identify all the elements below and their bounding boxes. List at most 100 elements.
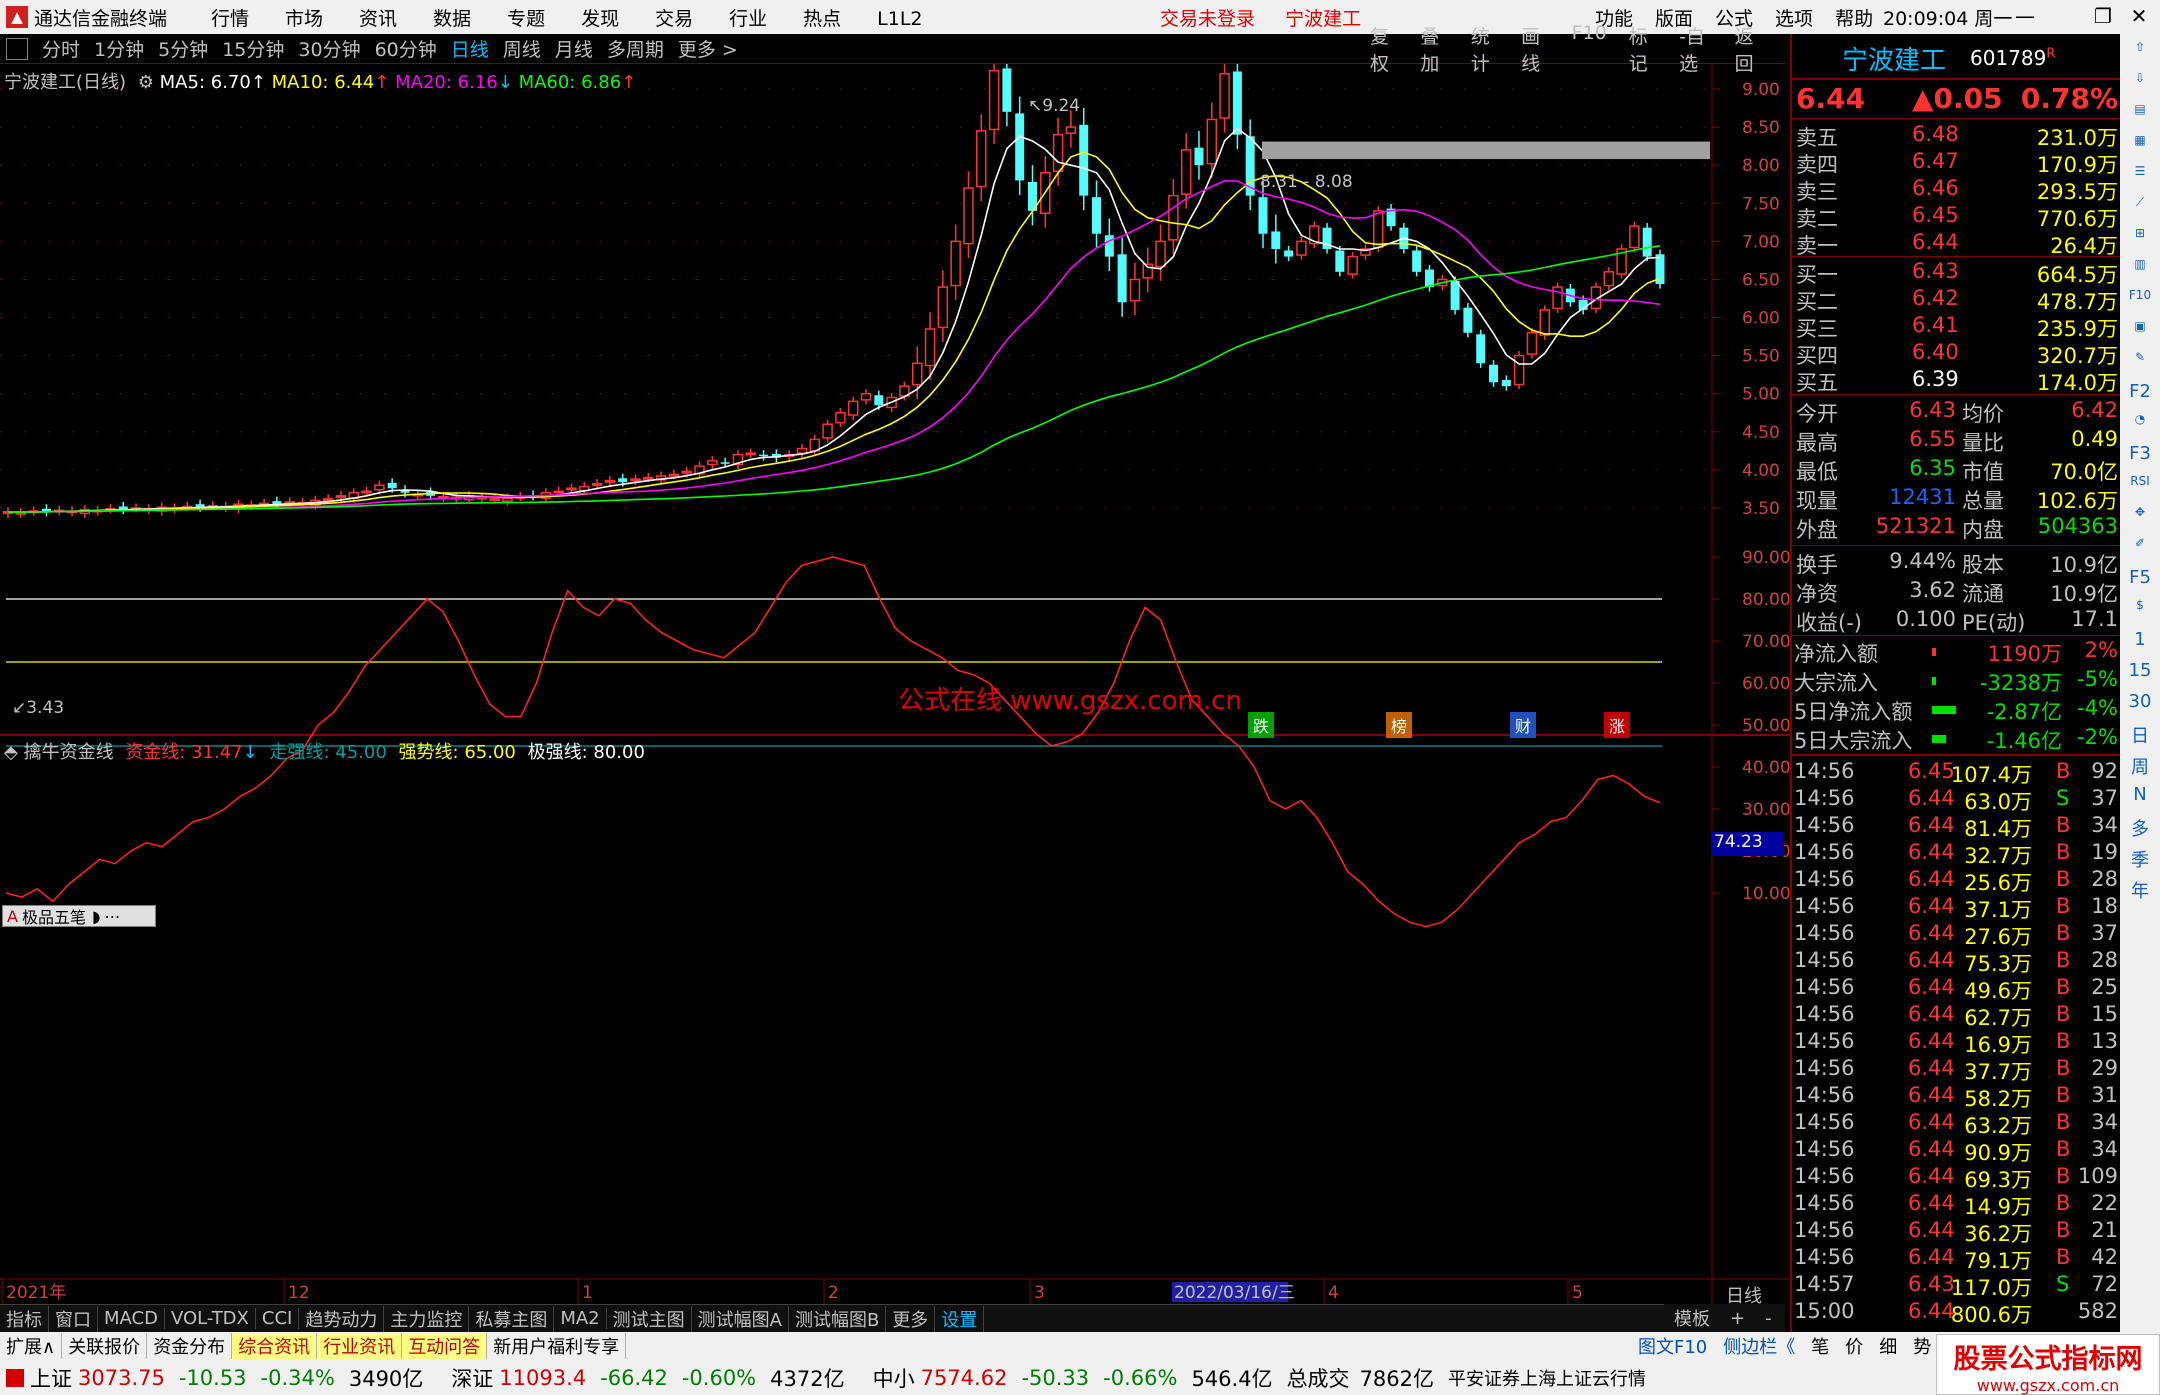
period-tab[interactable]: 月线 xyxy=(555,39,593,61)
indicator-tab[interactable]: CCI xyxy=(256,1308,300,1329)
extension-tab[interactable]: 综合资讯 xyxy=(232,1333,318,1359)
period-tab[interactable]: 周线 xyxy=(503,39,541,61)
title-stock-name[interactable]: 宁波建工 xyxy=(1285,8,1361,30)
sidebar-F2-icon[interactable]: F2 xyxy=(2124,381,2156,409)
sell-level-price[interactable]: 6.44 xyxy=(1912,230,1959,254)
menu-item[interactable]: 行业 xyxy=(729,8,767,30)
trade-status-link[interactable]: 交易未登录 xyxy=(1160,8,1255,30)
menu-item[interactable]: 专题 xyxy=(507,8,545,30)
extension-tab[interactable]: 新用户福利专享 xyxy=(487,1333,627,1359)
menu-item[interactable]: L1L2 xyxy=(877,8,922,30)
event-badge[interactable]: 跌 xyxy=(1248,712,1274,738)
sidebar-chart-icon[interactable]: ▤ xyxy=(2124,102,2156,130)
market-icon[interactable] xyxy=(6,1368,24,1387)
toolbar-toggle-icon[interactable] xyxy=(6,37,28,60)
sidebar-down-arrow-icon[interactable]: ⇩ xyxy=(2124,71,2156,99)
indicator-tab[interactable]: 私募主图 xyxy=(469,1305,555,1332)
sell-level-price[interactable]: 6.46 xyxy=(1912,176,1959,200)
sidebar-RSI-icon[interactable]: RSI xyxy=(2124,474,2156,502)
extension-tab[interactable]: 扩展∧ xyxy=(0,1333,63,1359)
close-icon[interactable]: ✕ xyxy=(2126,4,2152,30)
sidebar-table-icon[interactable]: ▥ xyxy=(2124,257,2156,285)
sidebar-move-icon[interactable]: ✥ xyxy=(2124,505,2156,533)
menu-item[interactable]: 发现 xyxy=(581,8,619,30)
sidebar-15-icon[interactable]: 15 xyxy=(2124,660,2156,688)
indicator-tab[interactable]: 测试幅图B xyxy=(789,1305,887,1332)
menu-item[interactable]: 资讯 xyxy=(359,8,397,30)
sidebar-多-icon[interactable]: 多 xyxy=(2124,815,2156,843)
indicator-toggle-icon[interactable]: ⬘ xyxy=(4,742,18,763)
sidebar-F5-icon[interactable]: F5 xyxy=(2124,567,2156,595)
buy-level-price[interactable]: 6.40 xyxy=(1912,340,1959,364)
extension-right-item[interactable]: 价 xyxy=(1837,1333,1871,1359)
sell-level-price[interactable]: 6.48 xyxy=(1912,122,1959,146)
menu-item[interactable]: 行情 xyxy=(211,8,249,30)
sidebar-chart2-icon[interactable]: ▣ xyxy=(2124,319,2156,347)
sidebar-list-icon[interactable]: ☰ xyxy=(2124,164,2156,192)
sidebar-30-icon[interactable]: 30 xyxy=(2124,691,2156,719)
sidebar-up-arrow-icon[interactable]: ⇧ xyxy=(2124,40,2156,68)
buy-level-price[interactable]: 6.39 xyxy=(1912,367,1959,391)
buy-level-price[interactable]: 6.43 xyxy=(1912,259,1959,283)
sh-label[interactable]: 上证 xyxy=(30,1363,72,1393)
indicator-tab[interactable]: 更多 xyxy=(886,1305,936,1332)
extension-right-item[interactable]: 图文F10 xyxy=(1630,1333,1715,1359)
sidebar-pie-icon[interactable]: ◔ xyxy=(2124,412,2156,440)
period-tab[interactable]: 15分钟 xyxy=(222,39,284,61)
period-tab[interactable]: 分时 xyxy=(42,39,80,61)
sidebar-1-icon[interactable]: 1 xyxy=(2124,629,2156,657)
period-tab[interactable]: 多周期 xyxy=(607,39,664,61)
sidebar-line-icon[interactable]: ⟋ xyxy=(2124,195,2156,223)
period-tab[interactable]: 日线 xyxy=(451,39,489,61)
sidebar-周-icon[interactable]: 周 xyxy=(2124,753,2156,781)
period-tab[interactable]: 60分钟 xyxy=(375,39,437,61)
sidebar-pen-icon[interactable]: ✐ xyxy=(2124,536,2156,564)
maximize-icon[interactable]: ❐ xyxy=(2090,4,2116,30)
period-tab[interactable]: 更多 > xyxy=(678,39,738,61)
indicator-tab[interactable]: 设置 xyxy=(935,1305,985,1332)
menu-item[interactable]: 交易 xyxy=(655,8,693,30)
period-tab[interactable]: 5分钟 xyxy=(158,39,208,61)
period-tab[interactable]: 1分钟 xyxy=(94,39,144,61)
menu-item[interactable]: 数据 xyxy=(433,8,471,30)
extension-right-item[interactable]: 笔 xyxy=(1803,1333,1837,1359)
menu-item[interactable]: 热点 xyxy=(803,8,841,30)
sidebar-季-icon[interactable]: 季 xyxy=(2124,846,2156,874)
event-badge[interactable]: 财 xyxy=(1510,712,1536,738)
quote-stock-name[interactable]: 宁波建工 xyxy=(1842,40,1946,77)
sidebar-年-icon[interactable]: 年 xyxy=(2124,877,2156,905)
extension-right-item[interactable]: 势 xyxy=(1905,1333,1939,1359)
event-badge[interactable]: 涨 xyxy=(1604,712,1630,738)
sidebar-note-icon[interactable]: ✎ xyxy=(2124,350,2156,378)
template-control[interactable]: - xyxy=(1755,1308,1782,1329)
extension-tab[interactable]: 关联报价 xyxy=(62,1333,148,1359)
extension-right-item[interactable]: 细 xyxy=(1871,1333,1905,1359)
extension-tab[interactable]: 互动问答 xyxy=(402,1333,488,1359)
indicator-tab[interactable]: 窗口 xyxy=(49,1305,98,1332)
moon-icon[interactable]: ◗ xyxy=(92,907,100,926)
text-tool-icon[interactable]: A xyxy=(7,907,18,926)
drawing-toolbox[interactable]: A 极品五笔 ◗ ⋯ xyxy=(2,905,156,927)
indicator-title[interactable]: 擒牛资金线 xyxy=(24,742,114,763)
minimize-icon[interactable]: — xyxy=(2012,4,2038,30)
menu-dots-icon[interactable]: ⋯ xyxy=(104,907,120,926)
kline-chart-area[interactable]: 9.00 8.50 8.00 7.50 7.00 6.50 6.00 5.50 5.00 4.50… xyxy=(0,64,1790,1304)
menu-item[interactable]: 市场 xyxy=(285,8,323,30)
period-tab[interactable]: 30分钟 xyxy=(298,39,360,61)
zx-label[interactable]: 中小 xyxy=(873,1363,915,1393)
sidebar-F3-icon[interactable]: F3 xyxy=(2124,443,2156,471)
template-control[interactable]: 模板 xyxy=(1664,1305,1720,1331)
sidebar-N-icon[interactable]: N xyxy=(2124,784,2156,812)
sidebar-F10-icon[interactable]: F10 xyxy=(2124,288,2156,316)
settings-icon[interactable]: ⚙ xyxy=(138,72,154,93)
extension-tab[interactable]: 资金分布 xyxy=(147,1333,233,1359)
indicator-tab[interactable]: VOL-TDX xyxy=(165,1308,256,1329)
right-menu-item[interactable]: 帮助 xyxy=(1835,4,1873,31)
indicator-tab[interactable]: 测试幅图A xyxy=(692,1305,789,1332)
event-badge[interactable]: 榜 xyxy=(1386,712,1412,738)
template-control[interactable]: + xyxy=(1720,1308,1755,1329)
buy-level-price[interactable]: 6.41 xyxy=(1912,313,1959,337)
indicator-tab[interactable]: MA2 xyxy=(554,1308,607,1329)
indicator-tab[interactable]: 指标 xyxy=(0,1305,49,1332)
sell-level-price[interactable]: 6.45 xyxy=(1912,203,1959,227)
